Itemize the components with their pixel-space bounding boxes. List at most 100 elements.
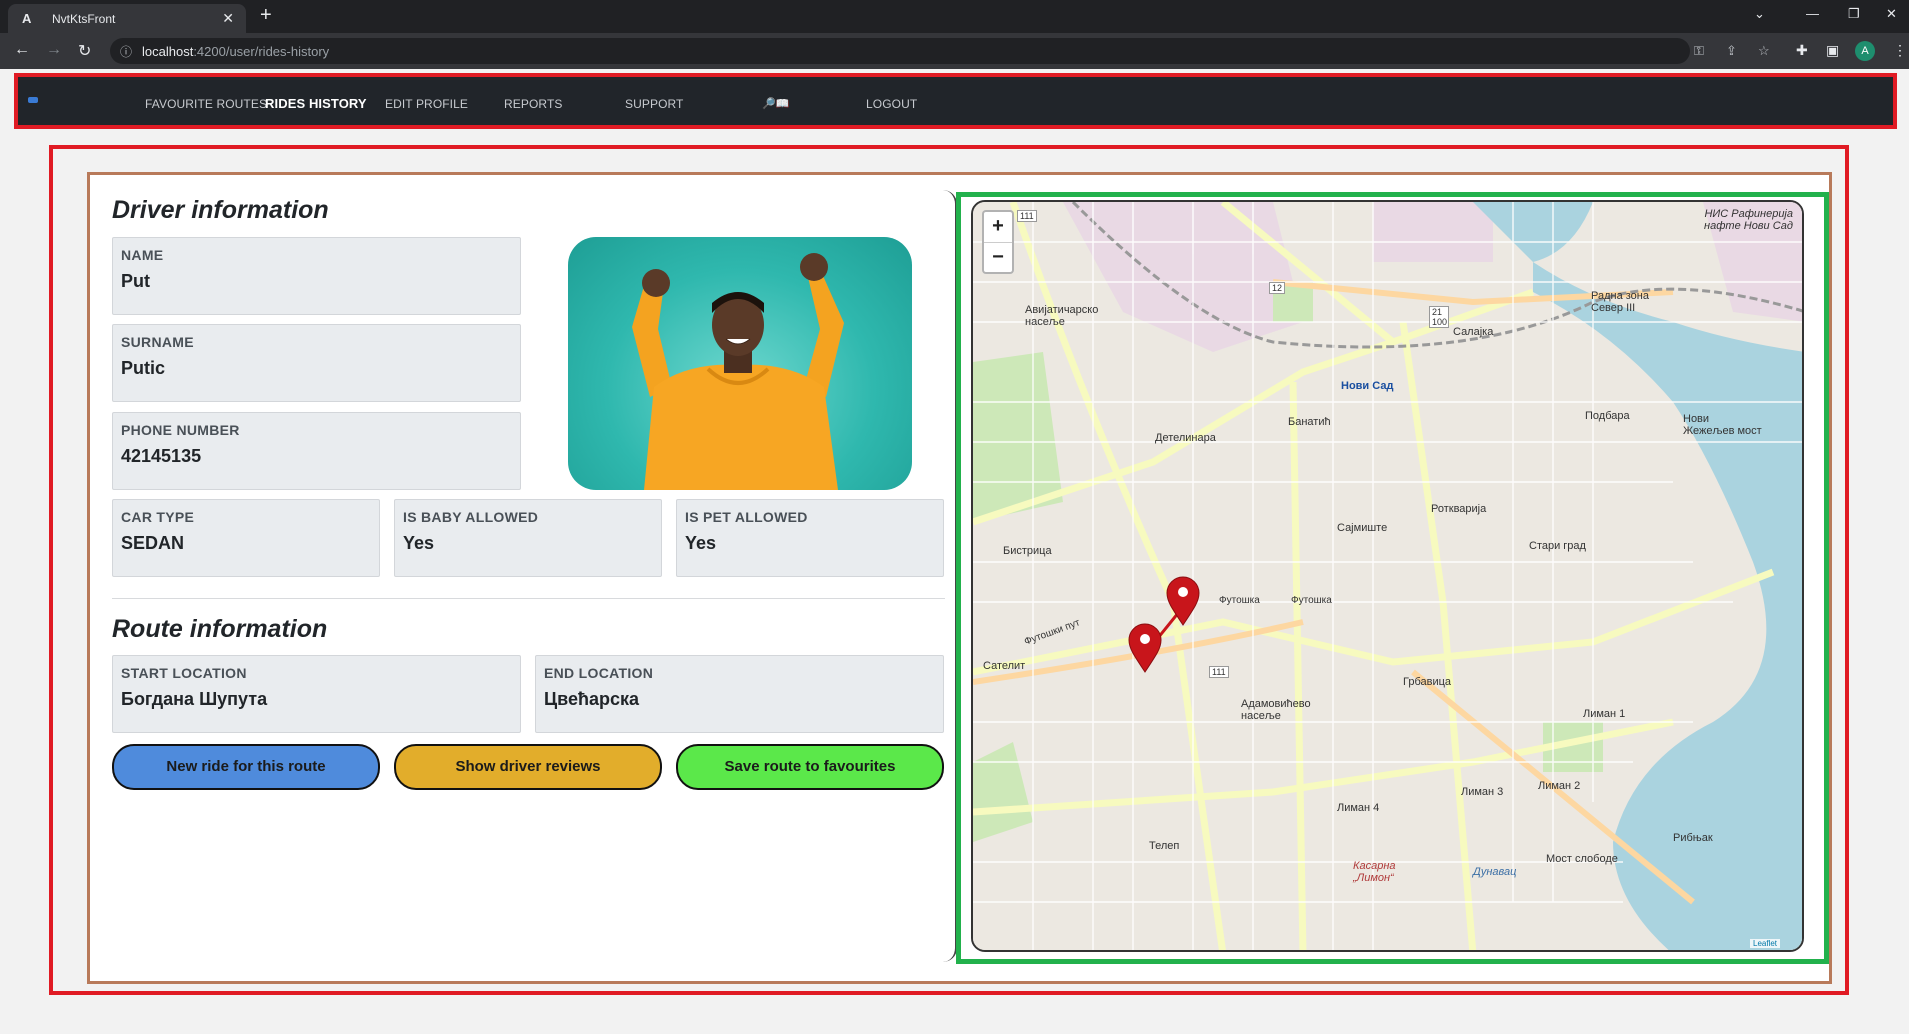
forward-icon[interactable]: → — [46, 41, 62, 59]
map-label-telep: Телеп — [1149, 840, 1180, 852]
map-label-liman2: Лиман 2 — [1538, 780, 1581, 792]
reload-icon[interactable]: ↻ — [78, 41, 91, 61]
name-value: Put — [121, 271, 150, 291]
car-type-value: SEDAN — [121, 533, 185, 553]
nav-favourite-routes[interactable]: FAVOURITE ROUTES — [145, 97, 267, 111]
map-label-avijaticarsko: Авијатичарско насеље — [1025, 304, 1099, 328]
angular-favicon-icon: A — [22, 11, 32, 26]
surname-label: SURNAME — [121, 334, 194, 350]
surname-value: Putic — [121, 358, 166, 378]
address-bar-row: ← → ↻ ⓘ localhost:4200/user/rides-histor… — [0, 33, 1909, 69]
phone-value: 42145135 — [121, 446, 202, 466]
name-field: NAME Put — [112, 237, 521, 315]
browser-tab-bar: A NvtKtsFront ✕ + ⌄ — ❐ ✕ — [0, 0, 1909, 33]
restore-icon[interactable]: ❐ — [1848, 6, 1860, 22]
end-location-label: END LOCATION — [544, 665, 654, 681]
surname-field: SURNAME Putic — [112, 324, 521, 402]
section-divider — [112, 598, 945, 599]
side-panel-icon[interactable]: ▣ — [1826, 42, 1839, 59]
map-label-adamovicevo: Адамовићево насеље — [1241, 698, 1311, 722]
map-label-nis-refinery: НИС Рафинерија нафте Нови Сад — [1704, 208, 1793, 232]
baby-allowed-label: IS BABY ALLOWED — [403, 509, 539, 525]
nav-support[interactable]: SUPPORT — [625, 97, 684, 111]
extensions-icon[interactable]: ✚ — [1796, 42, 1808, 59]
map-road-shield-111-top: 111 — [1017, 210, 1037, 222]
map-label-bistrica: Бистрица — [1003, 545, 1052, 557]
driver-info-heading: Driver information — [112, 196, 329, 224]
close-window-icon[interactable]: ✕ — [1886, 6, 1897, 22]
minimize-icon[interactable]: — — [1806, 6, 1819, 21]
share-icon[interactable]: ⇪ — [1726, 43, 1737, 59]
phone-field: PHONE NUMBER 42145135 — [112, 412, 521, 490]
new-tab-icon[interactable]: + — [260, 4, 272, 27]
end-location-value: Цвећарска — [544, 689, 640, 709]
map-label-liman1: Лиман 1 — [1583, 708, 1626, 720]
map-label-most-slobode: Мост слободе — [1546, 853, 1618, 865]
map-label-novi-zezeljev: Нови Жежељев мост — [1683, 413, 1762, 437]
pet-allowed-value: Yes — [685, 533, 717, 553]
map-label-stari-grad: Стари град — [1529, 540, 1586, 552]
map-label-futoska-1: Футошка — [1219, 595, 1260, 606]
phone-label: PHONE NUMBER — [121, 422, 240, 438]
driver-photo — [568, 237, 912, 490]
bookmark-star-icon[interactable]: ☆ — [1758, 43, 1770, 59]
map-zoom-control: + − — [982, 210, 1014, 274]
map-label-podbara: Подбара — [1585, 410, 1630, 422]
panel-divider — [935, 190, 957, 962]
map-label-grbavica: Грбавица — [1403, 676, 1452, 688]
map-label-liman4: Лиман 4 — [1337, 802, 1380, 814]
map-attribution-link[interactable]: Leaflet — [1750, 939, 1781, 948]
map-label-detelinara: Детелинара — [1155, 432, 1216, 444]
map-label-satelit: Сателит — [983, 660, 1026, 672]
tab-search-icon[interactable]: ⌄ — [1754, 6, 1765, 22]
map-label-rotkvarija: Ротква­рија — [1431, 503, 1487, 515]
map-label-dunavac: Дунавац — [1473, 866, 1517, 878]
nav-edit-profile[interactable]: EDIT PROFILE — [385, 97, 468, 111]
nav-rides-history[interactable]: RIDES HISTORY — [265, 96, 367, 111]
zoom-in-button[interactable]: + — [984, 212, 1012, 243]
route-map[interactable]: Нови Сад Детелинара Банатић Салајка Подб… — [971, 200, 1804, 952]
brand-logo-icon[interactable] — [28, 97, 38, 103]
map-label-radna-zona: Радна зона Север III — [1591, 290, 1649, 314]
map-label-futoska-2: Футошка — [1291, 595, 1332, 606]
car-type-label: CAR TYPE — [121, 509, 195, 525]
site-info-icon[interactable]: ⓘ — [120, 43, 132, 60]
car-type-field: CAR TYPE SEDAN — [112, 499, 380, 577]
start-location-value: Богдана Шупута — [121, 689, 268, 709]
menu-kebab-icon[interactable]: ⋮ — [1893, 42, 1907, 59]
app-navbar: FAVOURITE ROUTES RIDES HISTORY EDIT PROF… — [14, 73, 1897, 129]
map-road-shield-111: 111 — [1209, 666, 1229, 678]
name-label: NAME — [121, 247, 164, 263]
password-key-icon[interactable]: ⚿ — [1694, 43, 1704, 59]
map-road-shield-12: 12 — [1269, 282, 1286, 294]
url-text: localhost:4200/user/rides-history — [142, 44, 330, 59]
route-info-heading: Route information — [112, 615, 328, 643]
map-label-banatic: Банатић — [1288, 416, 1331, 428]
end-location-field: END LOCATION Цвећарска — [535, 655, 944, 733]
nav-logout[interactable]: LOGOUT — [866, 97, 917, 111]
back-icon[interactable]: ← — [14, 41, 30, 59]
baby-allowed-field: IS BABY ALLOWED Yes — [394, 499, 662, 577]
nav-reports[interactable]: REPORTS — [504, 97, 563, 111]
new-ride-button[interactable]: New ride for this route — [112, 744, 380, 790]
map-label-novi-sad: Нови Сад — [1341, 380, 1394, 392]
start-location-label: START LOCATION — [121, 665, 247, 681]
show-reviews-button[interactable]: Show driver reviews — [394, 744, 662, 790]
tab-title: NvtKtsFront — [52, 12, 116, 26]
start-location-field: START LOCATION Богдана Шупута — [112, 655, 521, 733]
pet-allowed-field: IS PET ALLOWED Yes — [676, 499, 944, 577]
pet-allowed-label: IS PET ALLOWED — [685, 509, 808, 525]
address-bar[interactable]: ⓘ localhost:4200/user/rides-history ⚿ ⇪ … — [110, 38, 1770, 64]
search-book-icon[interactable]: 🔎📖 — [762, 97, 789, 110]
map-label-kasarna: Касарна „Лимон“ — [1353, 860, 1396, 884]
map-road-shield-21: 21 100 — [1429, 306, 1449, 328]
zoom-out-button[interactable]: − — [984, 243, 1012, 273]
map-label-sajmiste: Сајмиште — [1337, 522, 1388, 534]
map-label-ribnjak: Рибњак — [1673, 832, 1713, 844]
close-tab-icon[interactable]: ✕ — [222, 10, 234, 27]
baby-allowed-value: Yes — [403, 533, 435, 553]
profile-avatar[interactable]: A — [1855, 41, 1875, 61]
save-favourite-button[interactable]: Save route to favourites — [676, 744, 944, 790]
map-label-liman3: Лиман 3 — [1461, 786, 1504, 798]
browser-tab[interactable]: A NvtKtsFront ✕ — [8, 4, 246, 33]
